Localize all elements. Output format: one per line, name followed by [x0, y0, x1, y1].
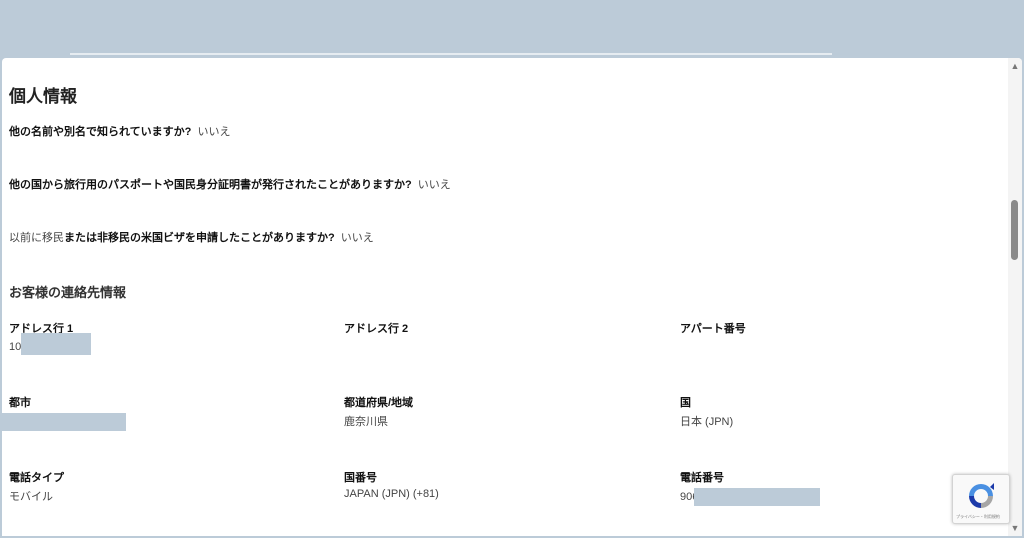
country-code-field: 国番号 JAPAN (JPN) (+81) — [344, 469, 439, 500]
country-value: 日本 (JPN) — [680, 416, 734, 428]
phone-type-label: 電話タイプ — [9, 472, 64, 484]
content-panel: 個人情報 他の名前や別名で知られていますか? いいえ 他の国から旅行用のパスポー… — [2, 58, 1022, 536]
address-line-1-field: アドレス行 1 10 — [9, 320, 92, 355]
city-field: 都市 — [2, 394, 126, 431]
recaptcha-icon — [969, 483, 994, 508]
passport-answer: いいえ — [417, 179, 451, 191]
scroll-up-icon[interactable]: ▲ — [1010, 61, 1020, 71]
phone-type-value: モバイル — [9, 491, 53, 503]
address-line-2-label: アドレス行 2 — [344, 323, 409, 335]
vertical-scrollbar[interactable]: ▲ ▼ — [1008, 58, 1022, 536]
scroll-down-icon[interactable]: ▼ — [1010, 523, 1020, 533]
address-line-2-field: アドレス行 2 — [344, 320, 408, 339]
visa-question-prefix: 以前に移民 — [9, 232, 64, 244]
country-label: 国 — [680, 397, 691, 409]
phone-redaction — [694, 488, 821, 506]
contact-info-title: お客様の連絡先情報 — [9, 285, 127, 300]
recaptcha-privacy-text[interactable]: プライバシー・利用規約 — [956, 514, 1000, 520]
phone-number-label: 電話番号 — [680, 472, 724, 484]
apartment-number-label: アパート番号 — [680, 323, 746, 335]
visa-question-row: 以前に移民または非移民の米国ビザを申請したことがありますか? いいえ — [9, 229, 374, 245]
passport-question: 他の国から旅行用のパスポートや国民身分証明書が発行されたことがありますか? — [9, 179, 412, 191]
prefecture-label: 都道府県/地域 — [344, 397, 414, 409]
alias-answer: いいえ — [197, 126, 231, 138]
phone-number-field: 電話番号 906 — [680, 469, 821, 506]
address-redaction — [21, 333, 92, 355]
alias-question-row: 他の名前や別名で知られていますか? いいえ — [9, 123, 230, 139]
header-band — [0, 0, 1024, 55]
prefecture-value: 鹿奈川県 — [344, 416, 388, 428]
apartment-number-field: アパート番号 — [680, 320, 746, 339]
passport-question-row: 他の国から旅行用のパスポートや国民身分証明書が発行されたことがありますか? いい… — [9, 176, 451, 192]
prefecture-field: 都道府県/地域 鹿奈川県 — [344, 394, 413, 429]
country-code-value: JAPAN (JPN) (+81) — [344, 488, 439, 500]
scrollbar-thumb[interactable] — [1011, 200, 1018, 260]
country-field: 国 日本 (JPN) — [680, 394, 733, 429]
city-redaction — [2, 413, 126, 431]
personal-info-title: 個人情報 — [9, 87, 77, 106]
phone-type-field: 電話タイプ モバイル — [9, 469, 64, 504]
city-label: 都市 — [9, 397, 31, 409]
alias-question: 他の名前や別名で知られていますか? — [9, 126, 192, 138]
address-line-1-value: 10 — [9, 333, 92, 355]
recaptcha-badge[interactable]: プライバシー・利用規約 — [952, 474, 1010, 524]
header-field-edge — [70, 53, 832, 55]
country-code-label: 国番号 — [344, 472, 377, 484]
visa-question: または非移民の米国ビザを申請したことがありますか? — [64, 232, 335, 244]
phone-number-value: 906 — [680, 488, 821, 506]
city-value — [2, 413, 126, 431]
visa-answer: いいえ — [340, 232, 374, 244]
